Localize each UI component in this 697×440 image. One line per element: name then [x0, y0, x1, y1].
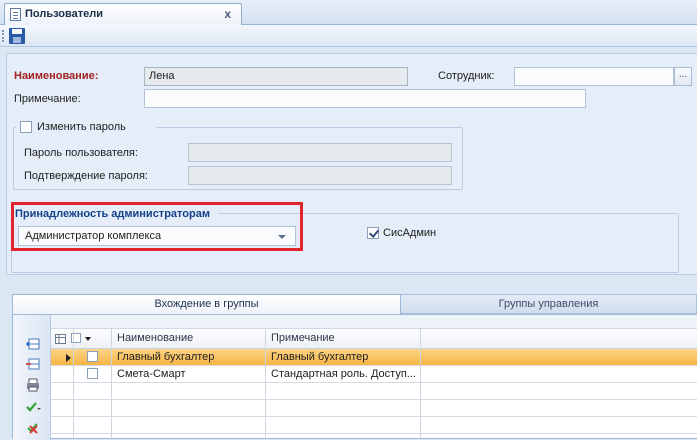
table-row[interactable]: Смета-Смарт Стандартная роль. Доступ... [51, 366, 697, 383]
save-icon[interactable] [9, 28, 25, 44]
sysadmin-checkbox[interactable] [367, 227, 379, 239]
print-icon[interactable] [25, 377, 41, 393]
chevron-down-icon[interactable] [85, 337, 91, 341]
change-password-checkbox[interactable] [20, 121, 32, 133]
remove-row-icon[interactable] [25, 356, 41, 372]
reject-icon[interactable] [25, 420, 41, 436]
column-name-header[interactable]: Наименование [117, 332, 193, 344]
column-divider [265, 329, 266, 440]
highlight-frame [11, 202, 303, 251]
column-divider [73, 329, 74, 440]
add-row-icon[interactable] [25, 336, 41, 352]
table-row[interactable]: Главный бухгалтер Главный бухгалтер [51, 349, 697, 366]
cell-note: Главный бухгалтер [271, 351, 369, 363]
employee-field[interactable] [514, 67, 674, 86]
change-password-label: Изменить пароль [37, 121, 126, 133]
confirm-password-field[interactable] [188, 166, 452, 185]
table-row-empty [51, 383, 697, 400]
employee-label: Сотрудник: [438, 70, 495, 82]
column-chooser-icon[interactable] [55, 334, 66, 344]
cell-note: Стандартная роль. Доступ... [271, 368, 416, 380]
column-note-header[interactable]: Примечание [271, 332, 335, 344]
name-field[interactable]: Лена [144, 67, 408, 86]
password-field[interactable] [188, 143, 452, 162]
cell-name: Главный бухгалтер [117, 351, 215, 363]
toolbar [0, 25, 697, 47]
note-field[interactable] [144, 89, 586, 108]
table-row-empty [51, 400, 697, 417]
confirm-password-label: Подтверждение пароля: [24, 170, 148, 182]
sysadmin-label: СисАдмин [383, 227, 437, 239]
column-divider [111, 329, 112, 440]
tab-group-membership[interactable]: Вхождение в группы [12, 294, 401, 314]
close-tab-button[interactable]: x [224, 7, 231, 21]
grid-side-toolbar [13, 315, 51, 440]
table-row-empty [51, 417, 697, 434]
cell-name: Смета-Смарт [117, 368, 186, 380]
password-label: Пароль пользователя: [24, 147, 138, 159]
name-label: Наименование: [14, 70, 99, 82]
row-checkbox[interactable] [87, 351, 98, 362]
lower-tab-strip: Вхождение в группы Группы управления [12, 294, 697, 314]
groups-grid: Наименование Примечание Главный бухгалте… [12, 314, 697, 440]
approve-icon[interactable] [25, 399, 41, 415]
current-row-indicator [66, 354, 71, 362]
row-checkbox[interactable] [87, 368, 98, 379]
toolbar-grip[interactable] [2, 30, 4, 42]
tab-title: Пользователи [25, 8, 104, 20]
employee-select-button[interactable]: ... [674, 67, 692, 86]
column-divider [420, 329, 421, 440]
edit-document-icon [10, 8, 21, 21]
grid-group-panel [51, 315, 697, 329]
note-label: Примечание: [14, 93, 81, 105]
grid-column-header: Наименование Примечание [51, 329, 697, 349]
tab-users[interactable]: Пользователи x [4, 3, 242, 26]
tab-management-groups[interactable]: Группы управления [401, 294, 697, 314]
